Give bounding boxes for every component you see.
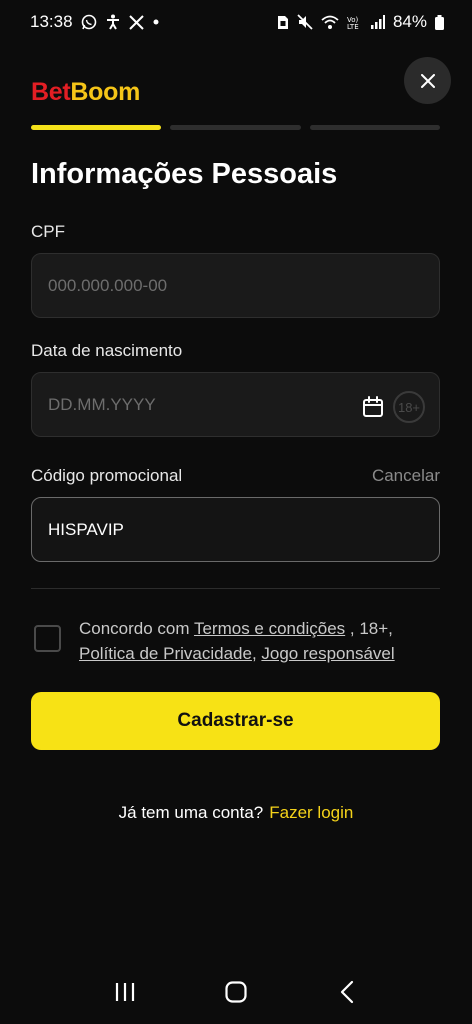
recent-apps-button[interactable] (95, 972, 155, 1012)
birthdate-input[interactable]: DD.MM.YYYY 18+ (31, 372, 440, 437)
accessibility-icon (105, 14, 121, 30)
terms-comma: , (388, 619, 393, 638)
age-18-badge-text: 18+ (397, 399, 421, 415)
calendar-icon[interactable] (361, 395, 385, 419)
cpf-input[interactable]: 000.000.000-00 (31, 253, 440, 318)
dot-icon (152, 18, 160, 26)
signal-icon (370, 15, 385, 29)
age-18-icon: 18+ (393, 391, 425, 423)
home-icon (225, 981, 247, 1003)
back-icon (340, 980, 353, 1004)
status-bar-left: 13:38 (30, 12, 160, 32)
cpf-placeholder: 000.000.000-00 (48, 275, 168, 295)
whatsapp-icon (81, 14, 97, 30)
status-bar-right: Vo) LTE 84% (277, 12, 444, 32)
svg-text:LTE: LTE (347, 23, 359, 30)
terms-sep2: , (251, 644, 262, 663)
terms-sep1: , 18+ (345, 619, 389, 638)
step-progress (31, 125, 440, 130)
login-row: Já tem uma conta? Fazer login (0, 803, 472, 823)
x-icon (128, 14, 144, 30)
close-button[interactable] (404, 57, 451, 104)
birthdate-placeholder: DD.MM.YYYY (48, 394, 156, 414)
promo-label: Código promocional (31, 466, 183, 485)
back-button[interactable] (317, 972, 377, 1012)
cpf-label: CPF (31, 222, 65, 241)
progress-step-2 (170, 125, 301, 130)
battery-icon (435, 14, 444, 30)
header: BetBoom (0, 56, 472, 116)
divider (31, 588, 440, 589)
close-icon (420, 73, 435, 88)
recent-apps-icon (116, 983, 135, 1001)
terms-prefix: Concordo com (79, 619, 194, 638)
betboom-logo: BetBoom (31, 78, 140, 107)
battery-percent: 84% (392, 12, 427, 31)
terms-text: Concordo com Termos e condições , 18+, P… (79, 616, 439, 666)
responsible-gaming-link[interactable]: Jogo responsável (261, 644, 394, 663)
wifi-icon (321, 15, 339, 30)
promo-input[interactable]: HISPAVIP (31, 497, 440, 562)
status-bar: 13:38 Vo) LTE 84% (0, 0, 472, 44)
promo-cancel-link[interactable]: Cancelar (372, 466, 440, 486)
birthdate-label: Data de nascimento (31, 341, 183, 360)
home-button[interactable] (206, 972, 266, 1012)
logo-part-bet: Bet (31, 78, 71, 106)
sim-icon (277, 15, 289, 30)
mute-icon (297, 14, 313, 30)
birthdate-icons: 18+ (361, 391, 425, 423)
logo-part-boom: Boom (70, 78, 141, 106)
promo-value: HISPAVIP (48, 519, 124, 539)
progress-step-3 (309, 125, 440, 130)
login-link[interactable]: Fazer login (269, 803, 353, 822)
terms-link[interactable]: Termos e condições (194, 619, 345, 638)
status-time: 13:38 (30, 12, 73, 31)
progress-step-1 (31, 125, 162, 130)
login-question: Já tem uma conta? (118, 803, 264, 822)
terms-checkbox[interactable] (34, 625, 61, 652)
privacy-link[interactable]: Política de Privacidade (79, 644, 252, 663)
system-nav-bar (0, 960, 472, 1024)
volte-icon: Vo) LTE (347, 15, 363, 30)
register-button[interactable]: Cadastrar-se (31, 692, 440, 750)
page-title: Informações Pessoais (31, 158, 338, 190)
